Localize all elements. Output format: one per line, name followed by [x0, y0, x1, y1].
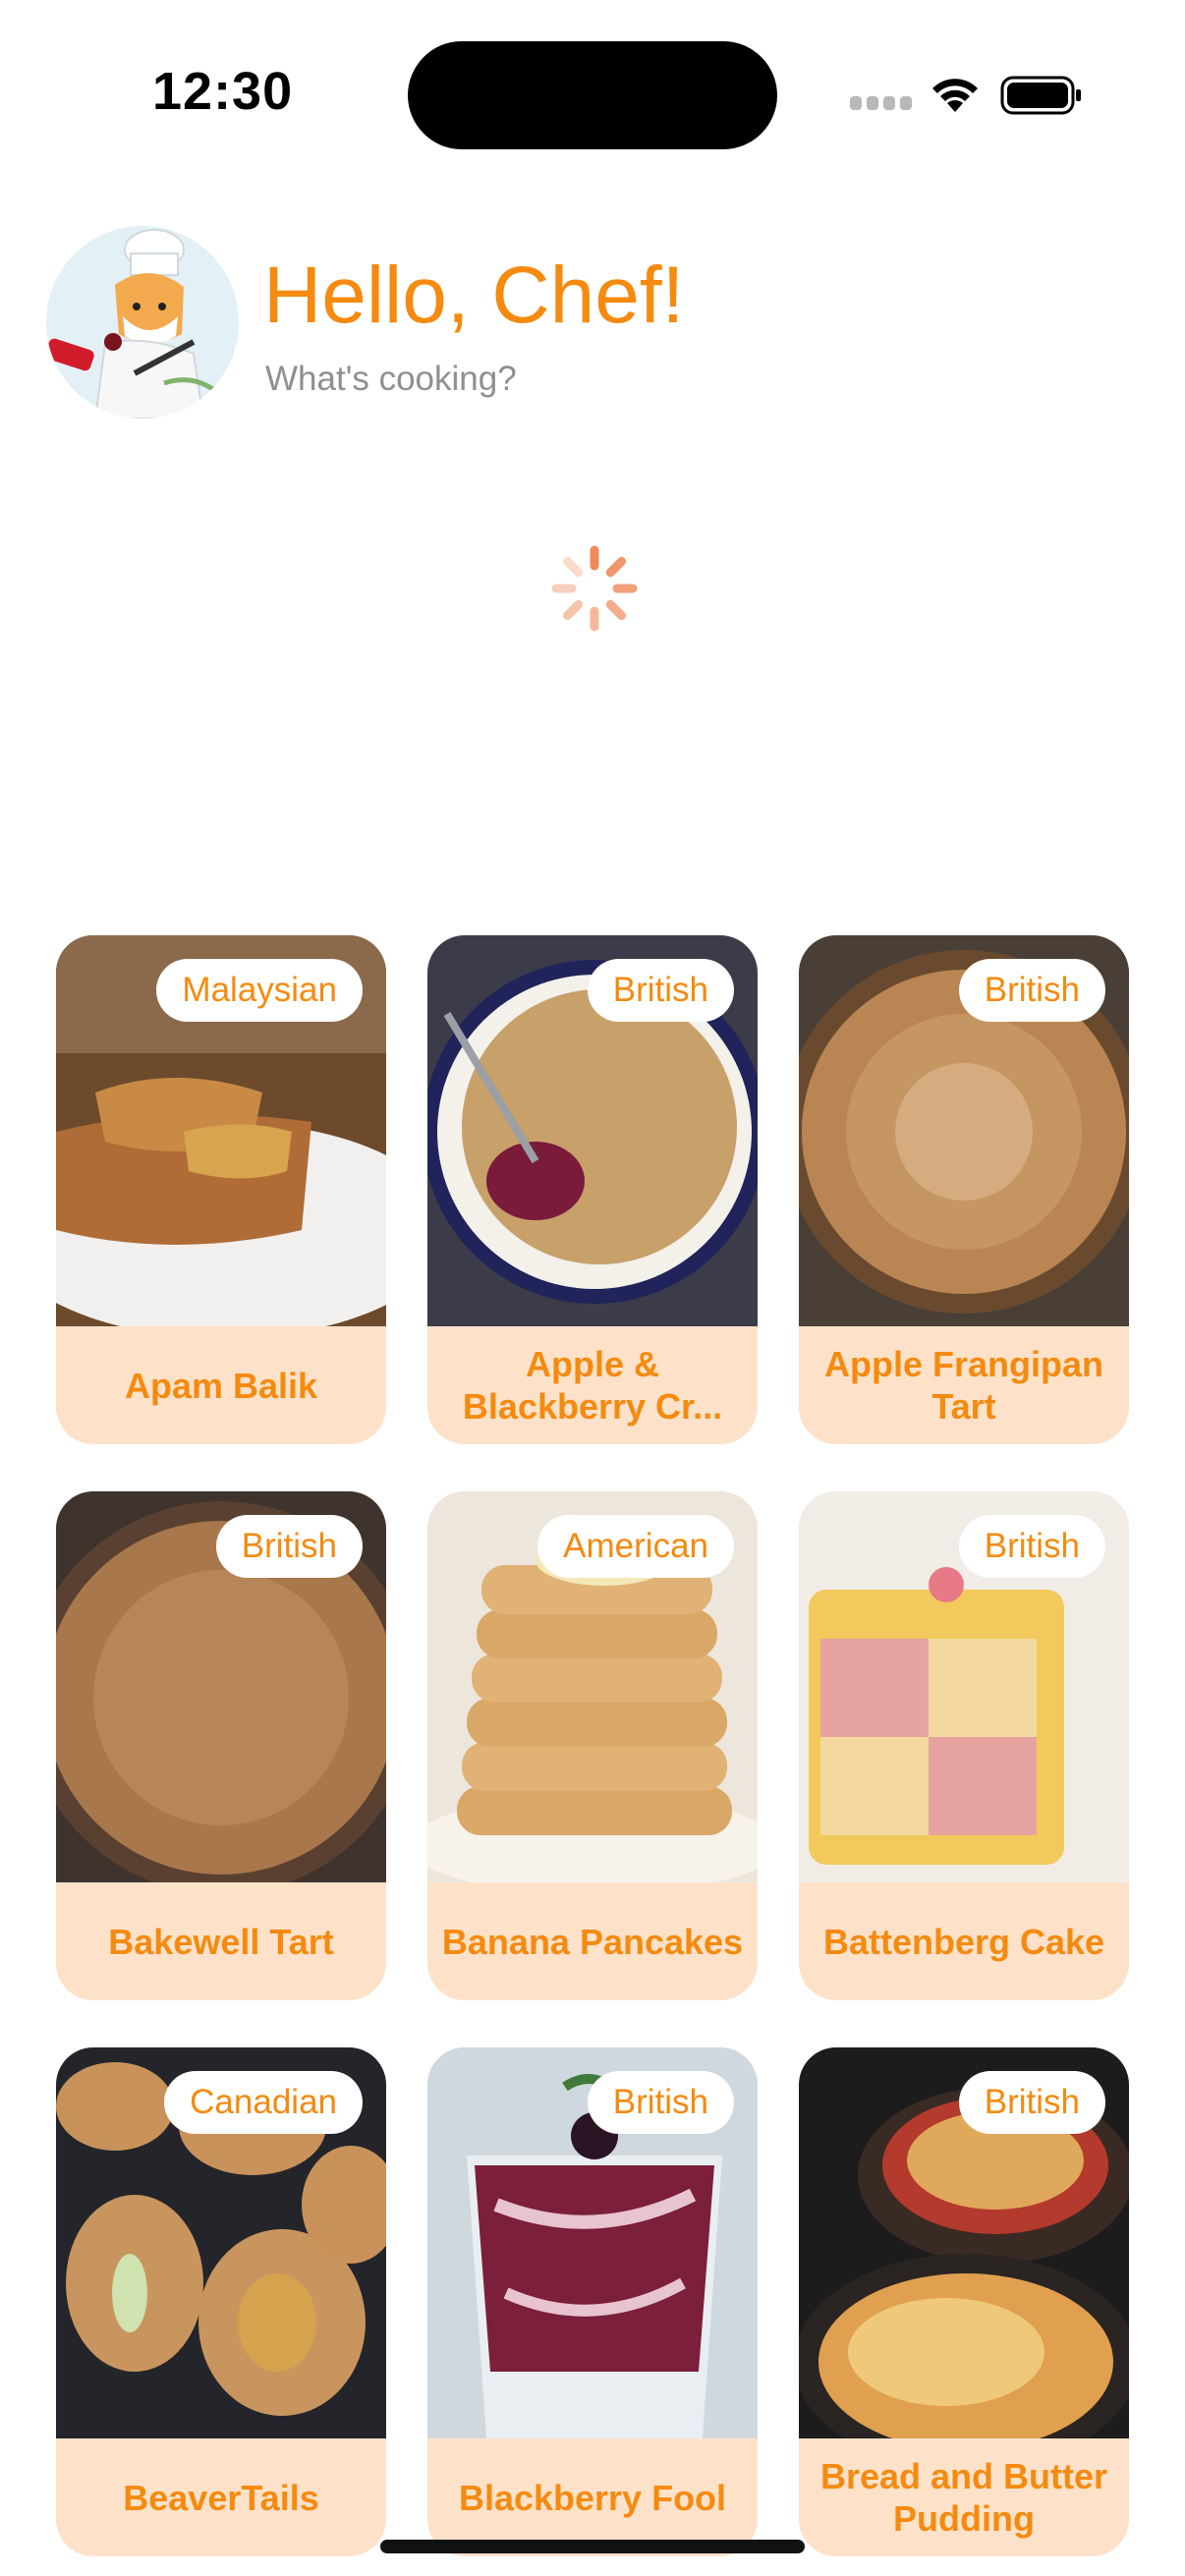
recipe-card-apam-balik[interactable]: Malaysian Apam Balik — [56, 935, 386, 1444]
cuisine-badge: Malaysian — [156, 959, 363, 1022]
recipe-title: Apple Frangipan Tart — [823, 1344, 1103, 1427]
status-bar: 12:30 — [0, 0, 1185, 187]
recipe-title: Apple & Blackberry Cr... — [462, 1344, 723, 1427]
recipe-card-apple-blackberry-crumble[interactable]: British Apple & Blackberry Cr... — [427, 935, 758, 1444]
recipe-card-beavertails[interactable]: Canadian BeaverTails — [56, 2047, 386, 2556]
recipe-photo: Malaysian — [56, 935, 386, 1326]
cuisine-badge: British — [215, 1515, 363, 1578]
status-time: 12:30 — [152, 62, 294, 121]
recipe-card-bakewell-tart[interactable]: British Bakewell Tart — [56, 1491, 386, 2000]
recipe-photo: British — [799, 935, 1129, 1326]
recipe-photo: British — [427, 935, 758, 1326]
recipe-photo: American — [427, 1491, 758, 1882]
recipe-photo: British — [427, 2047, 758, 2438]
cuisine-badge: Canadian — [164, 2071, 363, 2134]
recipe-title: Bread and Butter Pudding — [819, 2456, 1108, 2539]
cuisine-badge: American — [537, 1515, 734, 1578]
recipe-card-banana-pancakes[interactable]: American Banana Pancakes — [427, 1491, 758, 2000]
cuisine-badge: British — [587, 2071, 734, 2134]
recipe-card-bread-and-butter-pudding[interactable]: British Bread and Butter Pudding — [799, 2047, 1129, 2556]
recipe-title: BeaverTails — [123, 2477, 319, 2518]
recipe-title: Banana Pancakes — [441, 1921, 744, 1962]
cuisine-badge: British — [958, 1515, 1105, 1578]
wifi-icon — [932, 79, 978, 112]
battery-icon — [1000, 76, 1081, 115]
recipe-title: Bakewell Tart — [108, 1921, 334, 1962]
recipe-photo: British — [56, 1491, 386, 1882]
recipe-card-apple-frangipan-tart[interactable]: British Apple Frangipan Tart — [799, 935, 1129, 1444]
cuisine-badge: British — [958, 2071, 1105, 2134]
cuisine-badge: British — [587, 959, 734, 1022]
dynamic-island — [408, 41, 777, 149]
recipe-photo: British — [799, 1491, 1129, 1882]
cellular-signal-icon — [850, 96, 913, 112]
recipe-title: Battenberg Cake — [822, 1921, 1105, 1962]
greeting-title: Hello, Chef! — [263, 251, 685, 340]
greeting-header: Hello, Chef! What's cooking? — [0, 226, 1185, 422]
recipe-card-battenberg-cake[interactable]: British Battenberg Cake — [799, 1491, 1129, 2000]
home-indicator[interactable] — [380, 2540, 805, 2553]
spinner-icon — [551, 545, 638, 632]
recipe-photo: Canadian — [56, 2047, 386, 2438]
recipe-title: Apam Balik — [124, 1365, 318, 1406]
recipe-title: Blackberry Fool — [458, 2477, 727, 2518]
cuisine-badge: British — [958, 959, 1105, 1022]
chef-avatar[interactable] — [46, 226, 239, 419]
greeting-subtitle: What's cooking? — [265, 360, 517, 398]
recipe-photo: British — [799, 2047, 1129, 2438]
recipe-card-blackberry-fool[interactable]: British Blackberry Fool — [427, 2047, 758, 2556]
